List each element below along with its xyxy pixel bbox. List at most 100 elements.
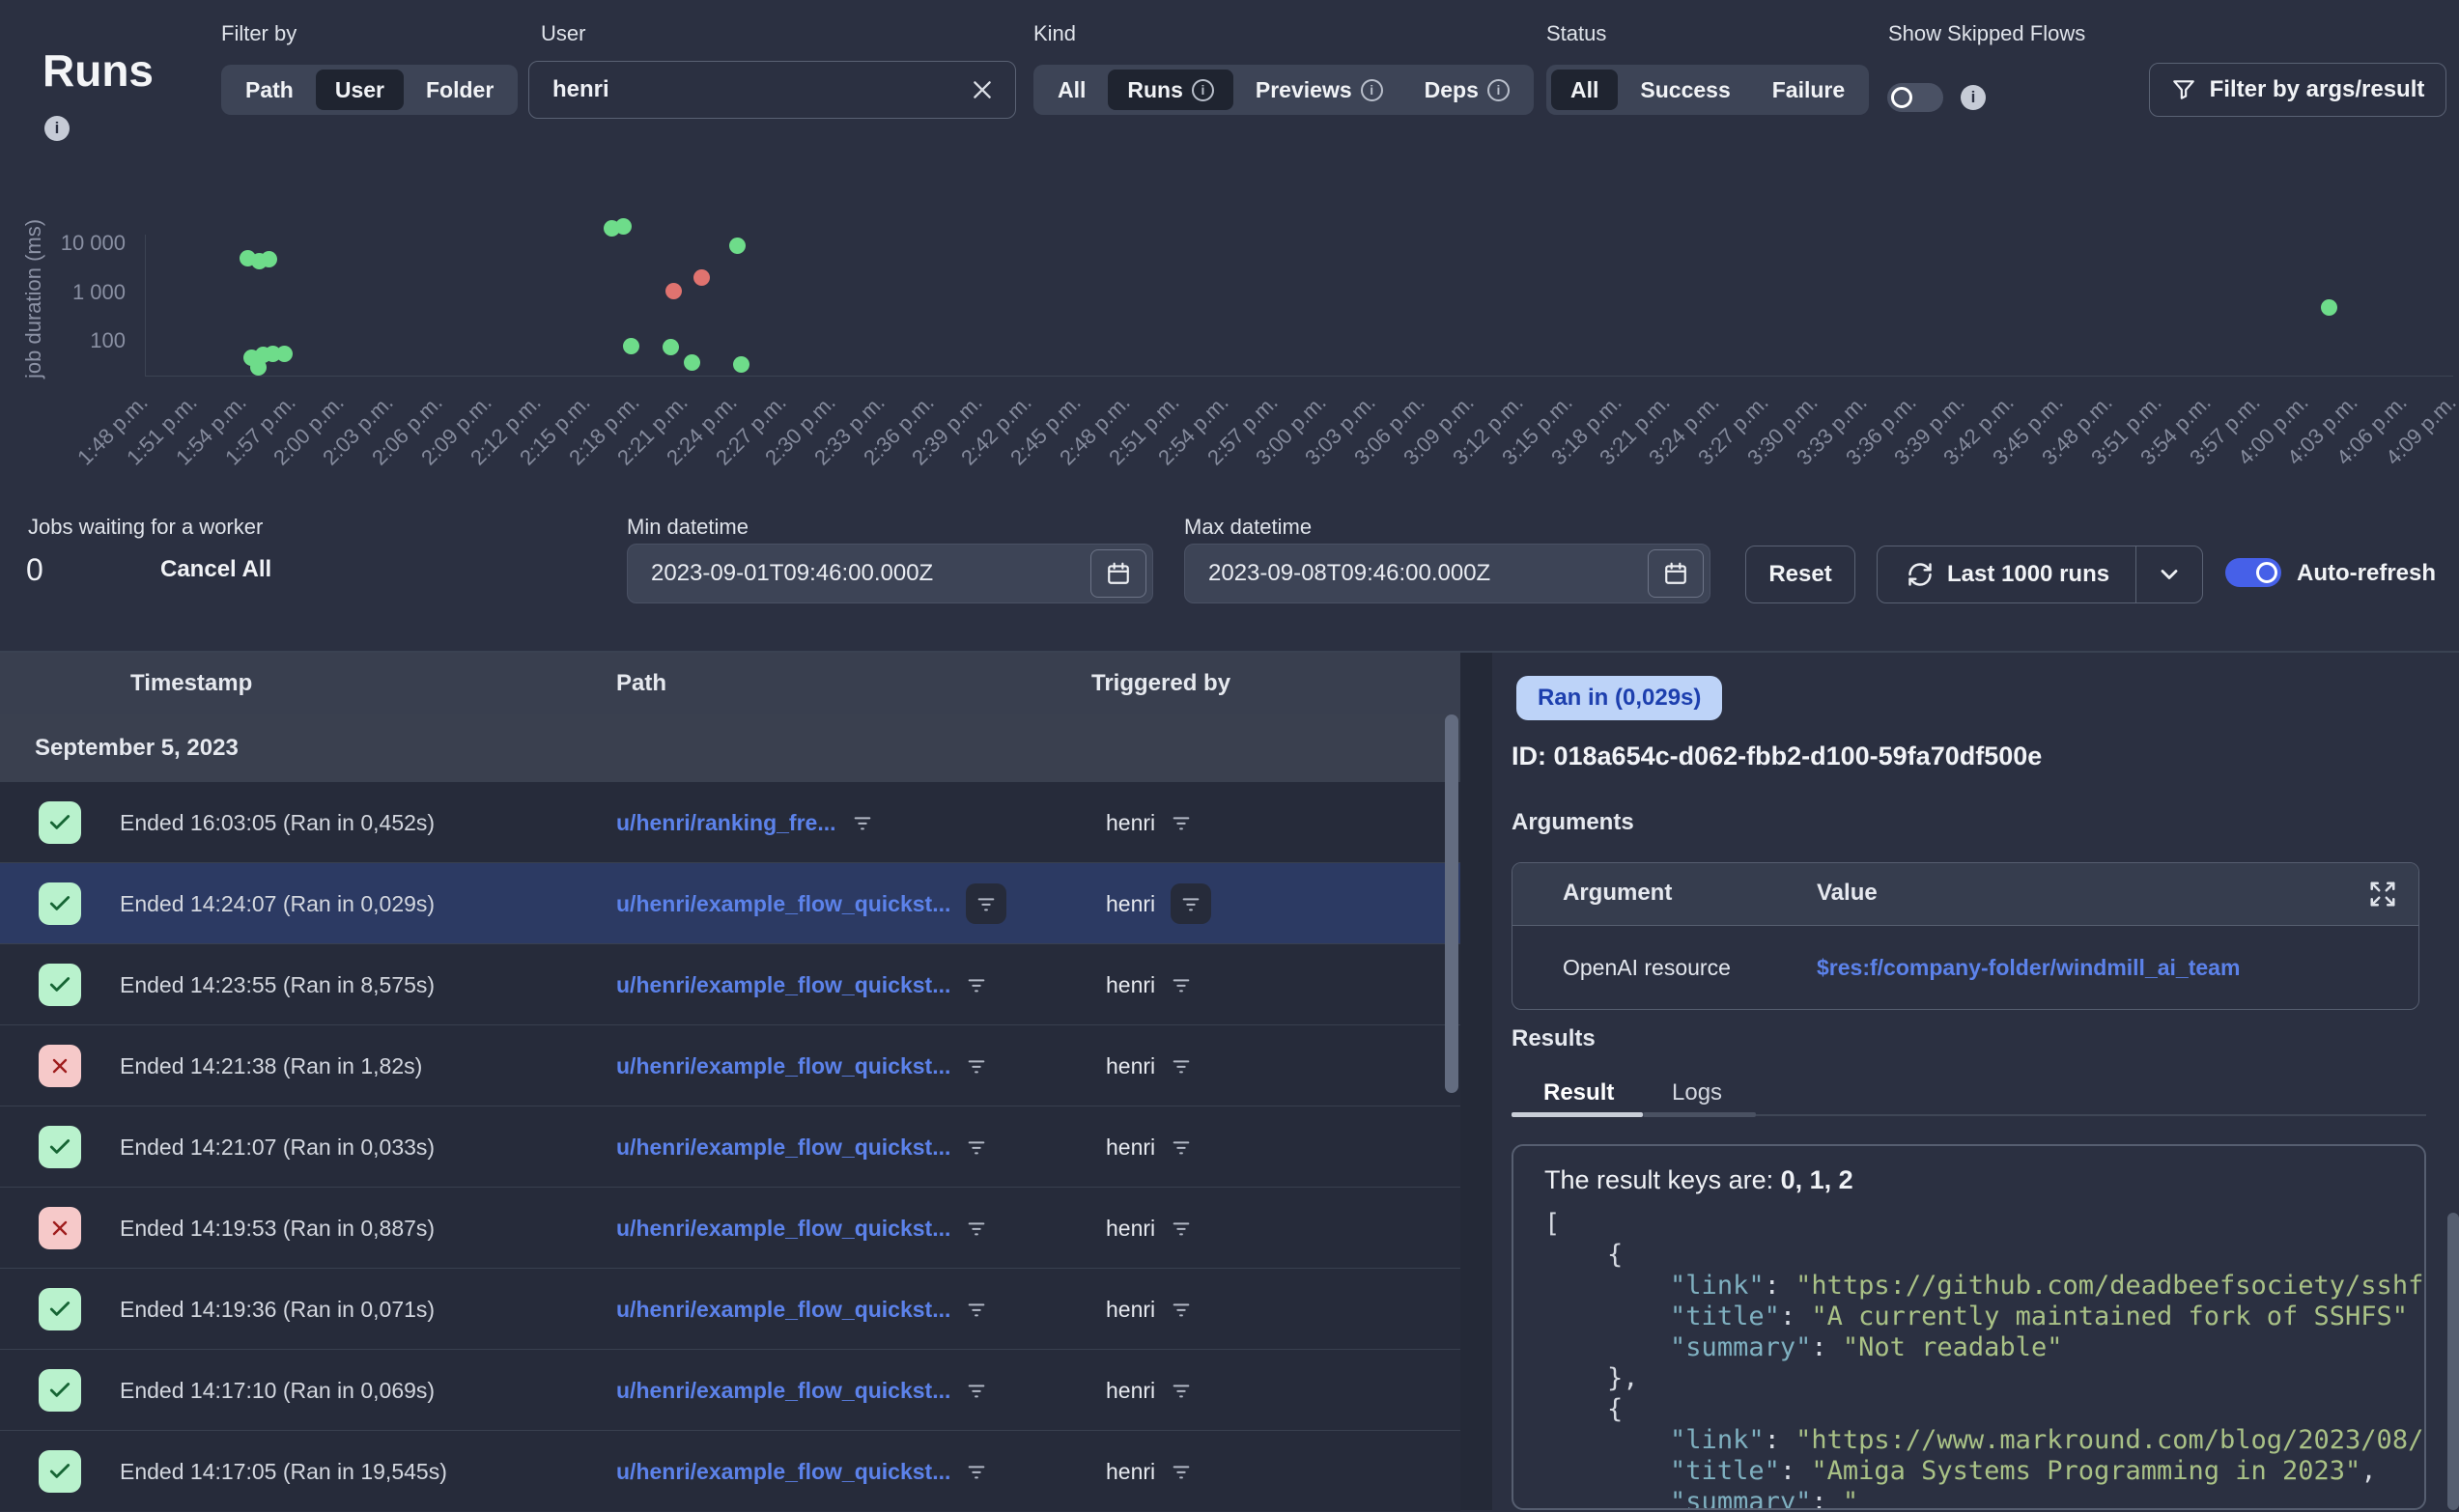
- max-datetime-label: Max datetime: [1184, 515, 1312, 540]
- json-line: {: [1544, 1240, 2424, 1271]
- run-path-link[interactable]: u/henri/ranking_fre...: [616, 810, 836, 836]
- date-group-label: September 5, 2023: [35, 735, 239, 762]
- last-runs-label: Last 1000 runs: [1947, 561, 2109, 588]
- auto-refresh-label: Auto-refresh: [2297, 560, 2436, 587]
- filter-by-user-icon[interactable]: [1171, 974, 1192, 995]
- filter-by-path-icon[interactable]: [966, 1461, 987, 1482]
- success-run-dot[interactable]: [733, 356, 749, 373]
- success-run-dot[interactable]: [623, 338, 639, 354]
- success-check-icon: [39, 801, 81, 844]
- table-row[interactable]: Ended 14:19:36 (Ran in 0,071s)u/henri/ex…: [0, 1268, 1460, 1349]
- success-check-icon: [39, 1369, 81, 1412]
- run-path-link[interactable]: u/henri/example_flow_quickst...: [616, 1216, 950, 1242]
- table-row[interactable]: Ended 14:19:53 (Ran in 0,887s) u/henri/ex…: [0, 1187, 1460, 1268]
- run-path-link[interactable]: u/henri/example_flow_quickst...: [616, 1134, 950, 1161]
- filter-by-path-icon[interactable]: [966, 974, 987, 995]
- success-run-dot[interactable]: [729, 238, 746, 254]
- run-timestamp: Ended 14:23:55 (Ran in 8,575s): [120, 944, 435, 1025]
- toggle-knob: [2256, 562, 2277, 583]
- filter-by-path-icon[interactable]: [966, 1055, 987, 1077]
- min-datetime-calendar-button[interactable]: [1090, 549, 1146, 598]
- filter-by-user-icon[interactable]: [1171, 1136, 1192, 1158]
- expand-icon[interactable]: [2368, 880, 2397, 909]
- filter-by-path-icon[interactable]: [966, 1218, 987, 1239]
- success-run-dot[interactable]: [663, 339, 679, 355]
- table-row[interactable]: Ended 16:03:05 (Ran in 0,452s)u/henri/ra…: [0, 781, 1460, 862]
- table-row[interactable]: Ended 14:17:10 (Ran in 0,069s) u/henri/ex…: [0, 1349, 1460, 1430]
- success-run-dot[interactable]: [276, 346, 293, 362]
- run-timestamp: Ended 14:19:53 (Ran in 0,887s): [120, 1188, 435, 1269]
- result-keys: 0, 1, 2: [1781, 1165, 1853, 1194]
- max-datetime-calendar-button[interactable]: [1648, 549, 1704, 598]
- chart-plot[interactable]: 1:48 p.m.1:51 p.m.1:54 p.m.1:57 p.m.2:00…: [0, 0, 2459, 512]
- filter-by-user-icon[interactable]: [1171, 1461, 1192, 1482]
- result-intro: The result keys are:: [1544, 1165, 1781, 1194]
- arguments-table: Argument Value OpenAI resource $res:f/co…: [1512, 862, 2419, 1010]
- run-triggered-by: henri: [1106, 1053, 1155, 1079]
- table-row[interactable]: Ended 14:23:55 (Ran in 8,575s) u/henri/ex…: [0, 943, 1460, 1024]
- filter-by-user-icon[interactable]: [1171, 1299, 1192, 1320]
- run-timestamp: Ended 14:17:10 (Ran in 0,069s): [120, 1350, 435, 1431]
- table-row[interactable]: Ended 14:21:38 (Ran in 1,82s)u/henri/exa…: [0, 1024, 1460, 1106]
- col-path[interactable]: Path: [616, 670, 666, 697]
- success-run-dot[interactable]: [2321, 299, 2337, 316]
- reset-button[interactable]: Reset: [1745, 546, 1855, 603]
- filter-by-user-icon[interactable]: [1171, 1380, 1192, 1401]
- filter-by-path-icon[interactable]: [852, 812, 873, 833]
- run-path-link[interactable]: u/henri/example_flow_quickst...: [616, 1297, 950, 1323]
- run-path-link[interactable]: u/henri/example_flow_quickst...: [616, 1378, 950, 1404]
- arguments-table-row: OpenAI resource $res:f/company-folder/wi…: [1512, 926, 2418, 1009]
- chevron-down-icon[interactable]: [2156, 561, 2183, 588]
- run-triggered-by: henri: [1106, 1216, 1155, 1242]
- success-check-icon: [39, 1126, 81, 1168]
- filter-by-user-icon[interactable]: [1171, 883, 1211, 924]
- argument-value-link[interactable]: $res:f/company-folder/windmill_ai_team: [1817, 955, 2240, 981]
- json-line: {: [1544, 1394, 2424, 1425]
- min-datetime-input[interactable]: [628, 560, 1090, 587]
- auto-refresh-toggle[interactable]: [2225, 558, 2281, 587]
- filter-by-user-icon[interactable]: [1171, 1055, 1192, 1077]
- result-viewer[interactable]: The result keys are: 0, 1, 2 [ { "link":…: [1512, 1144, 2426, 1510]
- filter-by-user-icon[interactable]: [1171, 812, 1192, 833]
- result-scrollbar[interactable]: [2447, 1213, 2459, 1510]
- failure-x-icon: [39, 1207, 81, 1249]
- table-row[interactable]: Ended 14:17:05 (Ran in 19,545s) u/henri/e…: [0, 1430, 1460, 1511]
- duration-badge: Ran in (0,029s): [1516, 676, 1722, 720]
- success-run-dot[interactable]: [261, 251, 277, 267]
- failure-run-dot[interactable]: [665, 283, 682, 299]
- run-path-link[interactable]: u/henri/example_flow_quickst...: [616, 1053, 950, 1079]
- date-group-row: September 5, 2023: [0, 714, 1460, 782]
- run-triggered-by: henri: [1106, 810, 1155, 836]
- success-run-dot[interactable]: [615, 218, 632, 235]
- success-run-dot[interactable]: [250, 359, 267, 376]
- filter-by-path-icon[interactable]: [966, 1136, 987, 1158]
- filter-by-path-icon[interactable]: [966, 883, 1006, 924]
- max-datetime-input[interactable]: [1185, 560, 1648, 587]
- min-datetime-label: Min datetime: [627, 515, 749, 540]
- filter-by-path-icon[interactable]: [966, 1299, 987, 1320]
- filter-by-path-icon[interactable]: [966, 1380, 987, 1401]
- success-check-icon: [39, 1450, 81, 1493]
- last-runs-split-button[interactable]: Last 1000 runs: [1877, 546, 2203, 603]
- json-line: },: [1544, 1363, 2424, 1394]
- run-path-link[interactable]: u/henri/example_flow_quickst...: [616, 972, 950, 998]
- filter-by-user-icon[interactable]: [1171, 1218, 1192, 1239]
- table-row[interactable]: Ended 14:24:07 (Ran in 0,029s)u/henri/ex…: [0, 862, 1460, 943]
- controls-row: Jobs waiting for a worker 0 Cancel All M…: [0, 502, 2459, 628]
- run-path-link[interactable]: u/henri/example_flow_quickst...: [616, 1459, 950, 1485]
- table-scrollbar[interactable]: [1445, 714, 1458, 1093]
- tab-result[interactable]: Result: [1543, 1079, 1614, 1106]
- tab-logs[interactable]: Logs: [1672, 1079, 1722, 1106]
- col-timestamp[interactable]: Timestamp: [130, 670, 252, 697]
- col-triggered-by[interactable]: Triggered by: [1091, 670, 1230, 697]
- cancel-all-button[interactable]: Cancel All: [160, 556, 271, 583]
- run-timestamp: Ended 14:17:05 (Ran in 19,545s): [120, 1431, 447, 1512]
- run-path-link[interactable]: u/henri/example_flow_quickst...: [616, 891, 950, 917]
- success-check-icon: [39, 882, 81, 925]
- table-gutter: [1460, 653, 1492, 1510]
- success-run-dot[interactable]: [684, 354, 700, 371]
- refresh-icon: [1907, 561, 1934, 588]
- table-row[interactable]: Ended 14:21:07 (Ran in 0,033s)u/henri/ex…: [0, 1106, 1460, 1187]
- failure-run-dot[interactable]: [693, 269, 710, 286]
- result-json: [ { "link": "https://github.com/deadbeef…: [1544, 1209, 2424, 1510]
